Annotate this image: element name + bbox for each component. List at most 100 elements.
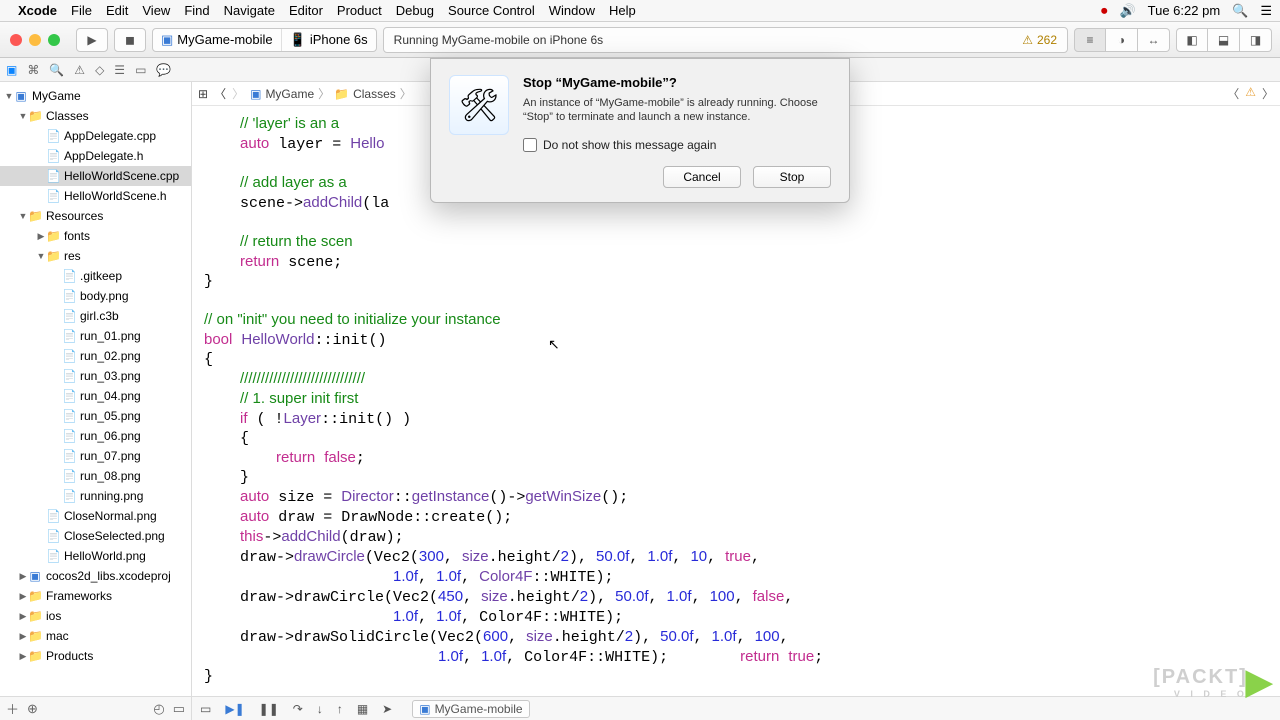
- step-out-icon[interactable]: ↑: [337, 702, 343, 716]
- app-name[interactable]: Xcode: [18, 3, 57, 18]
- issue-navigator-icon[interactable]: ⚠: [74, 63, 85, 77]
- menubar: Xcode File Edit View Find Navigate Editor Prod…: [0, 0, 1280, 22]
- cancel-button[interactable]: Cancel: [663, 166, 741, 188]
- notification-center-icon[interactable]: ☰: [1260, 3, 1272, 19]
- warnings-badge[interactable]: ⚠ 262: [1022, 33, 1057, 47]
- group-item[interactable]: ▶📁Frameworks: [0, 586, 191, 606]
- menu-file[interactable]: File: [71, 3, 92, 18]
- issue-icon[interactable]: ⚠: [1245, 85, 1256, 102]
- spotlight-icon[interactable]: 🔍: [1232, 3, 1248, 19]
- step-over-icon[interactable]: ↷: [293, 702, 303, 716]
- menu-help[interactable]: Help: [609, 3, 636, 18]
- file-item[interactable]: 📄run_08.png: [0, 466, 191, 486]
- file-item[interactable]: 📄CloseNormal.png: [0, 506, 191, 526]
- version-editor-icon[interactable]: ↔: [1138, 28, 1170, 52]
- clock[interactable]: Tue 6:22 pm: [1148, 3, 1221, 18]
- resource-file-icon: 📄: [46, 529, 60, 543]
- scheme-selector[interactable]: ▣MyGame-mobile 📱iPhone 6s: [152, 28, 377, 52]
- breadcrumb[interactable]: ▣MyGame〉📁Classes〉: [250, 85, 412, 102]
- standard-editor-icon[interactable]: ≡: [1074, 28, 1106, 52]
- toggle-utilities-icon[interactable]: ◨: [1240, 28, 1272, 52]
- next-issue-icon[interactable]: 〉: [1262, 85, 1274, 102]
- symbol-navigator-icon[interactable]: ⌘: [27, 63, 39, 77]
- group-item[interactable]: ▶📁ios: [0, 606, 191, 626]
- file-item[interactable]: 📄HelloWorldScene.cpp: [0, 166, 191, 186]
- step-into-icon[interactable]: ↓: [317, 702, 323, 716]
- menu-debug[interactable]: Debug: [396, 3, 434, 18]
- menu-find[interactable]: Find: [184, 3, 209, 18]
- file-item[interactable]: 📄CloseSelected.png: [0, 526, 191, 546]
- volume-icon[interactable]: 🔊: [1119, 3, 1135, 19]
- forward-icon[interactable]: 〉: [232, 85, 244, 102]
- debug-bar: ▭ ▶❚ ❚❚ ↷ ↓ ↑ ▦ ➤ ▣MyGame-mobile: [192, 700, 1280, 718]
- filter-icon[interactable]: ⊕: [27, 701, 38, 717]
- debug-navigator-icon[interactable]: ☰: [114, 63, 125, 77]
- stop-dialog: 🛠 Stop “MyGame-mobile”? An instance of “…: [430, 58, 850, 203]
- group-item[interactable]: ▶📁mac: [0, 626, 191, 646]
- menu-window[interactable]: Window: [549, 3, 595, 18]
- zoom-window-icon[interactable]: [48, 34, 60, 46]
- menu-navigate[interactable]: Navigate: [224, 3, 275, 18]
- breakpoint-navigator-icon[interactable]: ▭: [135, 63, 146, 77]
- continue-icon[interactable]: ▶❚: [225, 702, 244, 716]
- panel-toggle-group: ◧ ⬓ ◨: [1176, 28, 1272, 52]
- group-item[interactable]: ▶▣cocos2d_libs.xcodeproj: [0, 566, 191, 586]
- toggle-breakpoints-icon[interactable]: ▭: [200, 702, 211, 716]
- record-icon[interactable]: ⏺: [1101, 3, 1108, 19]
- related-items-icon[interactable]: ⊞: [198, 87, 208, 101]
- report-navigator-icon[interactable]: 💬: [156, 63, 171, 77]
- scm-icon[interactable]: ▭: [173, 701, 185, 717]
- stop-button[interactable]: ◼: [114, 28, 146, 52]
- minimize-window-icon[interactable]: [29, 34, 41, 46]
- project-icon: ▣: [14, 89, 28, 103]
- toggle-debug-icon[interactable]: ⬓: [1208, 28, 1240, 52]
- file-item[interactable]: 📄run_06.png: [0, 426, 191, 446]
- run-button[interactable]: ▶: [76, 28, 108, 52]
- project-navigator-icon[interactable]: ▣: [6, 63, 17, 77]
- file-item[interactable]: 📄AppDelegate.cpp: [0, 126, 191, 146]
- file-item[interactable]: 📄HelloWorld.png: [0, 546, 191, 566]
- file-item[interactable]: 📄girl.c3b: [0, 306, 191, 326]
- menu-editor[interactable]: Editor: [289, 3, 323, 18]
- find-navigator-icon[interactable]: 🔍: [49, 63, 64, 77]
- location-icon[interactable]: ➤: [382, 702, 392, 716]
- recent-icon[interactable]: ◴: [153, 701, 164, 717]
- group-classes[interactable]: ▼📁Classes: [0, 106, 191, 126]
- file-item[interactable]: 📄run_02.png: [0, 346, 191, 366]
- menu-edit[interactable]: Edit: [106, 3, 128, 18]
- file-item[interactable]: 📄HelloWorldScene.h: [0, 186, 191, 206]
- project-root[interactable]: ▼▣MyGame: [0, 86, 191, 106]
- assistant-editor-icon[interactable]: ◑: [1106, 28, 1138, 52]
- debug-view-icon[interactable]: ▦: [357, 702, 368, 716]
- dont-show-checkbox[interactable]: Do not show this message again: [523, 138, 831, 152]
- toolbar: ▶ ◼ ▣MyGame-mobile 📱iPhone 6s Running My…: [0, 22, 1280, 58]
- menu-product[interactable]: Product: [337, 3, 382, 18]
- file-item[interactable]: 📄run_01.png: [0, 326, 191, 346]
- menu-view[interactable]: View: [142, 3, 170, 18]
- stop-confirm-button[interactable]: Stop: [753, 166, 831, 188]
- test-navigator-icon[interactable]: ◇: [95, 63, 104, 77]
- group-item[interactable]: ▶📁Products: [0, 646, 191, 666]
- file-item[interactable]: 📄run_03.png: [0, 366, 191, 386]
- group-res[interactable]: ▼📁res: [0, 246, 191, 266]
- file-item[interactable]: 📄.gitkeep: [0, 266, 191, 286]
- file-item[interactable]: 📄AppDelegate.h: [0, 146, 191, 166]
- file-item[interactable]: 📄body.png: [0, 286, 191, 306]
- resource-file-icon: 📄: [62, 409, 76, 423]
- close-window-icon[interactable]: [10, 34, 22, 46]
- previous-issue-icon[interactable]: 〈: [1227, 85, 1239, 102]
- group-fonts[interactable]: ▶📁fonts: [0, 226, 191, 246]
- process-selector[interactable]: ▣MyGame-mobile: [412, 700, 529, 718]
- back-icon[interactable]: 〈: [214, 85, 226, 102]
- menu-source-control[interactable]: Source Control: [448, 3, 535, 18]
- file-item[interactable]: 📄running.png: [0, 486, 191, 506]
- add-icon[interactable]: ＋: [6, 699, 19, 718]
- group-resources[interactable]: ▼📁Resources: [0, 206, 191, 226]
- file-item[interactable]: 📄run_05.png: [0, 406, 191, 426]
- resource-file-icon: 📄: [62, 489, 76, 503]
- folder-icon: ▣: [28, 569, 42, 583]
- file-item[interactable]: 📄run_04.png: [0, 386, 191, 406]
- toggle-navigator-icon[interactable]: ◧: [1176, 28, 1208, 52]
- pause-icon[interactable]: ❚❚: [259, 702, 279, 716]
- file-item[interactable]: 📄run_07.png: [0, 446, 191, 466]
